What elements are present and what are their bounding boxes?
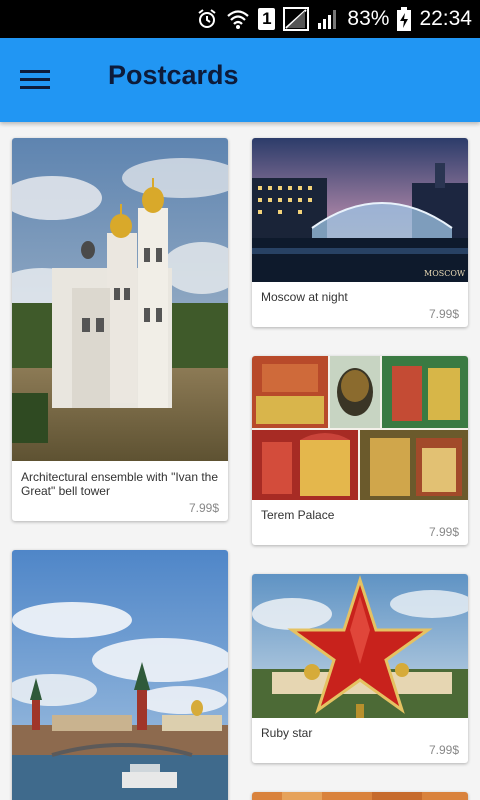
postcard-image <box>252 574 468 718</box>
postcard-image <box>12 138 228 461</box>
app-bar: Postcards <box>0 38 480 122</box>
no-signal-icon <box>283 7 310 31</box>
svg-text:MOSCOW: MOSCOW <box>424 269 466 278</box>
hamburger-menu-icon[interactable] <box>20 68 50 92</box>
postcard-price: 7.99$ <box>428 307 459 321</box>
postcard-price: 7.99$ <box>428 743 459 757</box>
postcard-image: MOSCOW <box>252 138 468 282</box>
postcard-image <box>252 356 468 500</box>
page-title: Postcards <box>108 60 239 90</box>
postcard-image <box>12 550 228 800</box>
postcard-title: Ruby star <box>261 726 313 740</box>
postcard-item[interactable] <box>252 792 468 800</box>
battery-charging-icon <box>397 7 412 31</box>
wifi-icon <box>226 8 250 30</box>
postcard-item[interactable]: Ruby star 7.99$ <box>252 574 468 763</box>
postcard-title: Moscow at night <box>261 290 348 304</box>
postcard-title: Terem Palace <box>261 508 335 522</box>
postcard-title: Architectural ensemble with "Ivan the Gr… <box>21 470 219 498</box>
sim-icon: 1 <box>258 8 276 30</box>
postcard-price: 7.99$ <box>428 525 459 539</box>
status-icons: 1 83% 22:34 <box>196 0 472 38</box>
clock: 22:34 <box>419 7 472 30</box>
postcard-item[interactable]: Architectural ensemble with "Ivan the Gr… <box>12 138 228 521</box>
postcard-price: 7.99$ <box>188 501 219 515</box>
postcard-item[interactable]: Terem Palace 7.99$ <box>252 356 468 545</box>
status-bar: 1 83% 22:34 <box>0 0 480 38</box>
signal-icon <box>317 8 339 30</box>
postcard-image <box>252 792 468 800</box>
postcard-item[interactable] <box>12 550 228 800</box>
postcard-item[interactable]: MOSCOW Moscow at night 7.99$ <box>252 138 468 327</box>
battery-percent: 83% <box>347 7 390 30</box>
alarm-icon <box>196 8 218 30</box>
